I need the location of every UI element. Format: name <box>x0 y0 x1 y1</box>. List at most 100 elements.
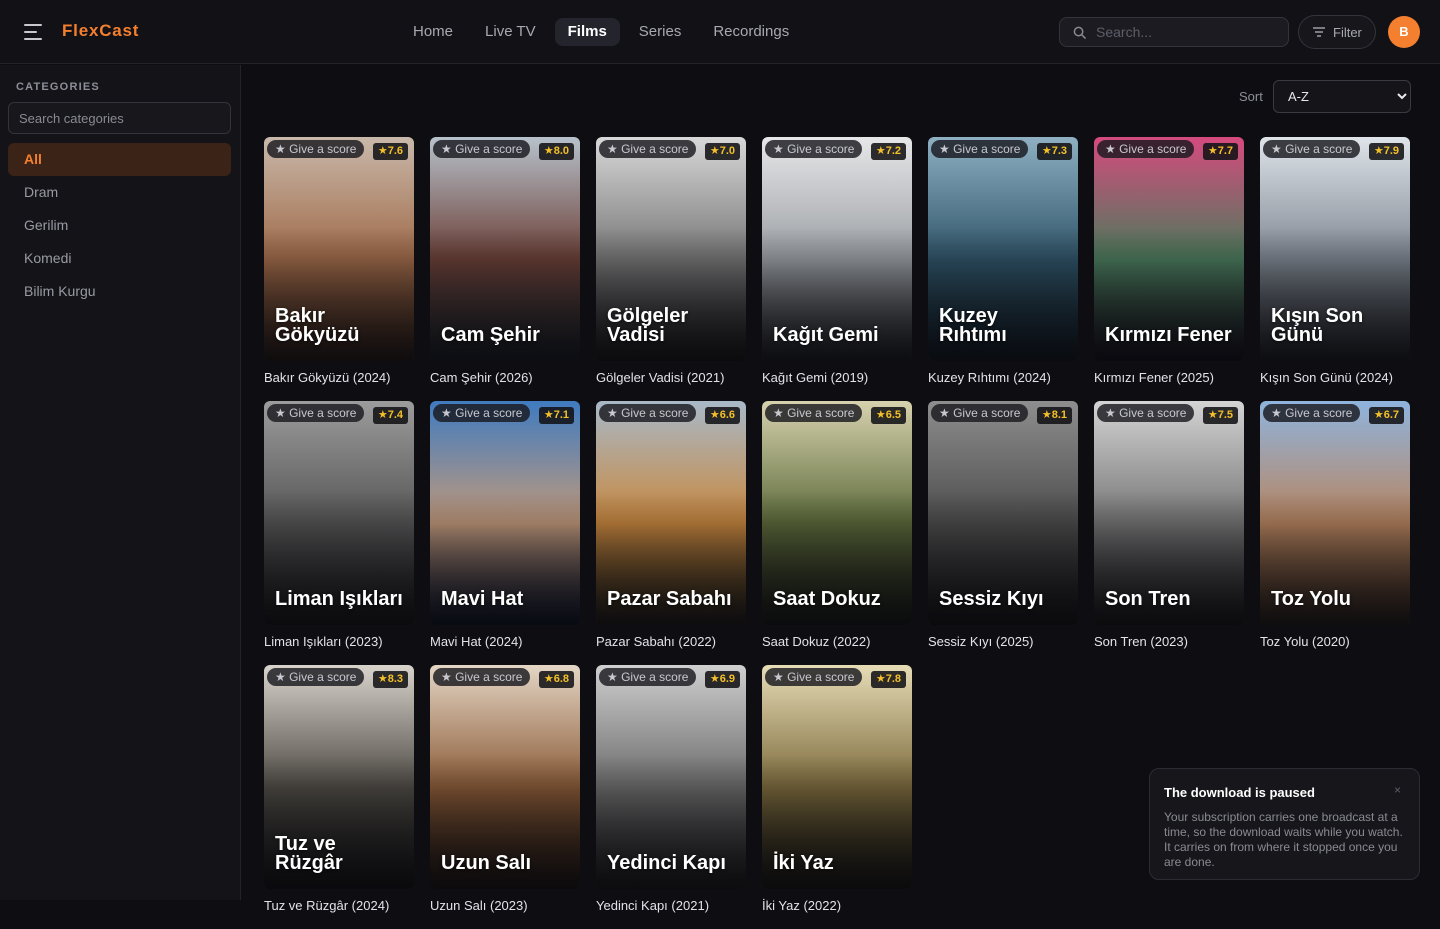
film-card[interactable]: ★ Give a score ★6.8 Uzun Salı Uzun Salı (20… <box>430 665 580 929</box>
give-score-button[interactable]: ★ Give a score <box>931 404 1029 422</box>
film-card[interactable]: ★ Give a score ★6.5 Saat Dokuz Saat Dokuz (… <box>762 401 912 665</box>
star-icon: ★ <box>543 409 554 421</box>
give-score-button[interactable]: ★ Give a score <box>433 404 531 422</box>
film-card[interactable]: ★ Give a score ★7.5 Son Tren Son Tren (2023… <box>1094 401 1244 665</box>
nav-recordings[interactable]: Recordings <box>700 18 802 46</box>
film-poster[interactable]: ★ Give a score ★6.5 Saat Dokuz <box>762 401 912 625</box>
give-score-button[interactable]: ★ Give a score <box>267 404 365 422</box>
give-score-button[interactable]: ★ Give a score <box>765 668 863 686</box>
close-icon[interactable]: × <box>1394 783 1401 797</box>
nav-films[interactable]: Films <box>554 18 620 46</box>
film-caption[interactable]: Uzun Salı (2023) <box>430 898 580 913</box>
sort-select[interactable]: A-Z <box>1273 80 1411 113</box>
film-caption[interactable]: Mavi Hat (2024) <box>430 634 580 649</box>
nav-live-tv[interactable]: Live TV <box>472 18 549 46</box>
film-caption[interactable]: Gölgeler Vadisi (2021) <box>596 370 746 385</box>
film-poster[interactable]: ★ Give a score ★7.8 İki Yaz <box>762 665 912 889</box>
film-card[interactable]: ★ Give a score ★7.1 Mavi Hat Mavi Hat (2024… <box>430 401 580 665</box>
film-year: 2023 <box>349 634 379 649</box>
film-caption[interactable]: Kışın Son Günü (2024) <box>1260 370 1410 385</box>
give-score-button[interactable]: ★ Give a score <box>765 140 863 158</box>
poster-title: Kışın Son Günü <box>1271 305 1364 346</box>
film-poster[interactable]: ★ Give a score ★8.0 Cam Şehir <box>430 137 580 361</box>
film-card[interactable]: ★ Give a score ★7.6 Bakır Gökyüzü Bakır Gök… <box>264 137 414 401</box>
film-caption[interactable]: Liman Işıkları (2023) <box>264 634 414 649</box>
film-caption[interactable]: Bakır Gökyüzü (2024) <box>264 370 414 385</box>
film-caption[interactable]: Sessiz Kıyı (2025) <box>928 634 1078 649</box>
give-score-button[interactable]: ★ Give a score <box>1263 404 1361 422</box>
film-poster[interactable]: ★ Give a score ★6.7 Toz Yolu <box>1260 401 1410 625</box>
give-score-button[interactable]: ★ Give a score <box>599 404 697 422</box>
film-caption[interactable]: Kırmızı Fener (2025) <box>1094 370 1244 385</box>
film-caption[interactable]: Pazar Sabahı (2022) <box>596 634 746 649</box>
give-score-button[interactable]: ★ Give a score <box>599 140 697 158</box>
category-item[interactable]: Dram <box>8 176 231 209</box>
film-card[interactable]: ★ Give a score ★7.0 Gölgeler Vadisi Gölgele… <box>596 137 746 401</box>
film-caption[interactable]: Toz Yolu (2020) <box>1260 634 1410 649</box>
film-poster[interactable]: ★ Give a score ★7.9 Kışın Son Günü <box>1260 137 1410 361</box>
film-poster[interactable]: ★ Give a score ★7.6 Bakır Gökyüzü <box>264 137 414 361</box>
give-score-button[interactable]: ★ Give a score <box>1263 140 1361 158</box>
film-poster[interactable]: ★ Give a score ★6.8 Uzun Salı <box>430 665 580 889</box>
film-card[interactable]: ★ Give a score ★6.6 Pazar Sabahı Pazar Saba… <box>596 401 746 665</box>
film-poster[interactable]: ★ Give a score ★7.0 Gölgeler Vadisi <box>596 137 746 361</box>
rating-value: 7.1 <box>553 409 569 421</box>
film-caption[interactable]: Kuzey Rıhtımı (2024) <box>928 370 1078 385</box>
film-caption[interactable]: Saat Dokuz (2022) <box>762 634 912 649</box>
film-caption[interactable]: Cam Şehir (2026) <box>430 370 580 385</box>
film-card[interactable]: ★ Give a score ★7.7 Kırmızı Fener Kırmızı F… <box>1094 137 1244 401</box>
star-icon: ★ <box>1373 145 1384 157</box>
film-caption[interactable]: Yedinci Kapı (2021) <box>596 898 746 913</box>
film-card[interactable]: ★ Give a score ★7.4 Liman Işıkları Liman Iş… <box>264 401 414 665</box>
film-card[interactable]: ★ Give a score ★7.8 İki Yaz İki Yaz (2022) <box>762 665 912 929</box>
category-item[interactable]: All <box>8 143 231 176</box>
give-score-button[interactable]: ★ Give a score <box>1097 404 1195 422</box>
poster-title: Son Tren <box>1105 588 1191 610</box>
film-caption[interactable]: Kağıt Gemi (2019) <box>762 370 912 385</box>
film-poster[interactable]: ★ Give a score ★7.1 Mavi Hat <box>430 401 580 625</box>
film-card[interactable]: ★ Give a score ★6.7 Toz Yolu Toz Yolu (2020… <box>1260 401 1410 665</box>
give-score-button[interactable]: ★ Give a score <box>765 404 863 422</box>
film-card[interactable]: ★ Give a score ★8.0 Cam Şehir Cam Şehir (20… <box>430 137 580 401</box>
film-card[interactable]: ★ Give a score ★7.2 Kağıt Gemi Kağıt Gemi (… <box>762 137 912 401</box>
nav-series[interactable]: Series <box>626 18 695 46</box>
give-score-button[interactable]: ★ Give a score <box>267 668 365 686</box>
film-card[interactable]: ★ Give a score ★7.9 Kışın Son Günü Kışın So… <box>1260 137 1410 401</box>
category-item[interactable]: Gerilim <box>8 209 231 242</box>
give-score-button[interactable]: ★ Give a score <box>1097 140 1195 158</box>
poster-title: Saat Dokuz <box>773 588 881 610</box>
film-card[interactable]: ★ Give a score ★6.9 Yedinci Kapı Yedinci Ka… <box>596 665 746 929</box>
film-caption[interactable]: Son Tren (2023) <box>1094 634 1244 649</box>
search-input[interactable] <box>1096 18 1282 46</box>
film-poster[interactable]: ★ Give a score ★6.9 Yedinci Kapı <box>596 665 746 889</box>
film-title: Yedinci Kapı <box>596 898 668 913</box>
give-score-button[interactable]: ★ Give a score <box>433 668 531 686</box>
film-caption[interactable]: Tuz ve Rüzgâr (2024) <box>264 898 414 913</box>
film-poster[interactable]: ★ Give a score ★7.7 Kırmızı Fener <box>1094 137 1244 361</box>
film-caption[interactable]: İki Yaz (2022) <box>762 898 912 913</box>
give-score-button[interactable]: ★ Give a score <box>599 668 697 686</box>
film-poster[interactable]: ★ Give a score ★7.5 Son Tren <box>1094 401 1244 625</box>
give-score-button[interactable]: ★ Give a score <box>433 140 531 158</box>
film-poster[interactable]: ★ Give a score ★7.3 Kuzey Rıhtımı <box>928 137 1078 361</box>
category-item[interactable]: Bilim Kurgu <box>8 275 231 308</box>
film-poster[interactable]: ★ Give a score ★7.4 Liman Işıkları <box>264 401 414 625</box>
film-card[interactable]: ★ Give a score ★7.3 Kuzey Rıhtımı Kuzey Rıh… <box>928 137 1078 401</box>
film-poster[interactable]: ★ Give a score ★6.6 Pazar Sabahı <box>596 401 746 625</box>
film-poster[interactable]: ★ Give a score ★7.2 Kağıt Gemi <box>762 137 912 361</box>
give-score-button[interactable]: ★ Give a score <box>267 140 365 158</box>
filter-button[interactable]: Filter <box>1298 15 1376 49</box>
rating-badge: ★6.7 <box>1368 407 1404 424</box>
category-search-input[interactable] <box>8 102 231 134</box>
film-card[interactable]: ★ Give a score ★8.1 Sessiz Kıyı Sessiz Kıyı… <box>928 401 1078 665</box>
film-card[interactable]: ★ Give a score ★8.3 Tuz ve Rüzgâr Tuz ve Rü… <box>264 665 414 929</box>
film-poster[interactable]: ★ Give a score ★8.3 Tuz ve Rüzgâr <box>264 665 414 889</box>
film-poster[interactable]: ★ Give a score ★8.1 Sessiz Kıyı <box>928 401 1078 625</box>
category-item[interactable]: Komedi <box>8 242 231 275</box>
app-logo[interactable]: FlexCast <box>62 21 139 41</box>
poster-title: Sessiz Kıyı <box>939 588 1044 610</box>
nav-home[interactable]: Home <box>400 18 466 46</box>
menu-icon[interactable] <box>24 21 46 43</box>
user-avatar[interactable]: B <box>1388 16 1420 48</box>
give-score-button[interactable]: ★ Give a score <box>931 140 1029 158</box>
